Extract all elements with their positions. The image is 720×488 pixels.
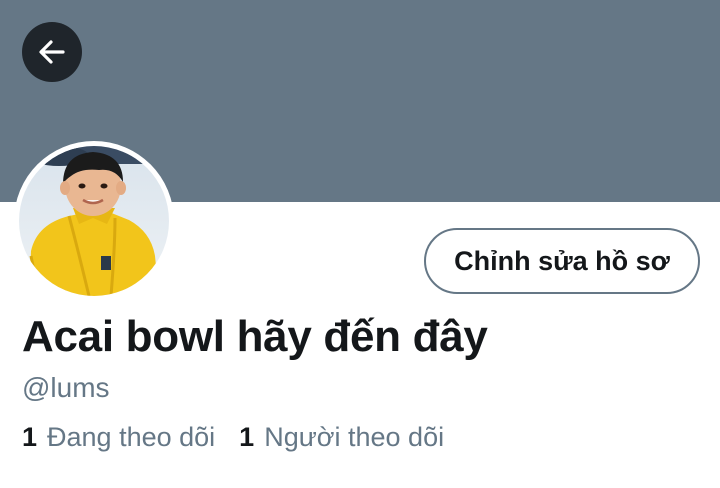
following-count: 1 <box>22 422 38 452</box>
back-button[interactable] <box>22 22 82 82</box>
following-link[interactable]: 1 Đang theo dõi <box>22 422 215 453</box>
follow-stats: 1 Đang theo dõi 1 Người theo dõi <box>22 422 444 453</box>
display-name: Acai bowl hãy đến đây <box>22 312 488 361</box>
arrow-left-icon <box>39 40 65 64</box>
edit-profile-button[interactable]: Chỉnh sửa hồ sơ <box>424 228 700 294</box>
following-label: Đang theo dõi <box>47 422 216 452</box>
avatar-image <box>19 146 169 296</box>
followers-count: 1 <box>239 422 255 452</box>
edit-profile-label: Chỉnh sửa hồ sơ <box>454 245 670 276</box>
profile-handle: @lums <box>22 372 110 403</box>
followers-label: Người theo dõi <box>264 422 445 452</box>
avatar[interactable] <box>14 141 174 301</box>
followers-link[interactable]: 1 Người theo dõi <box>239 422 444 453</box>
